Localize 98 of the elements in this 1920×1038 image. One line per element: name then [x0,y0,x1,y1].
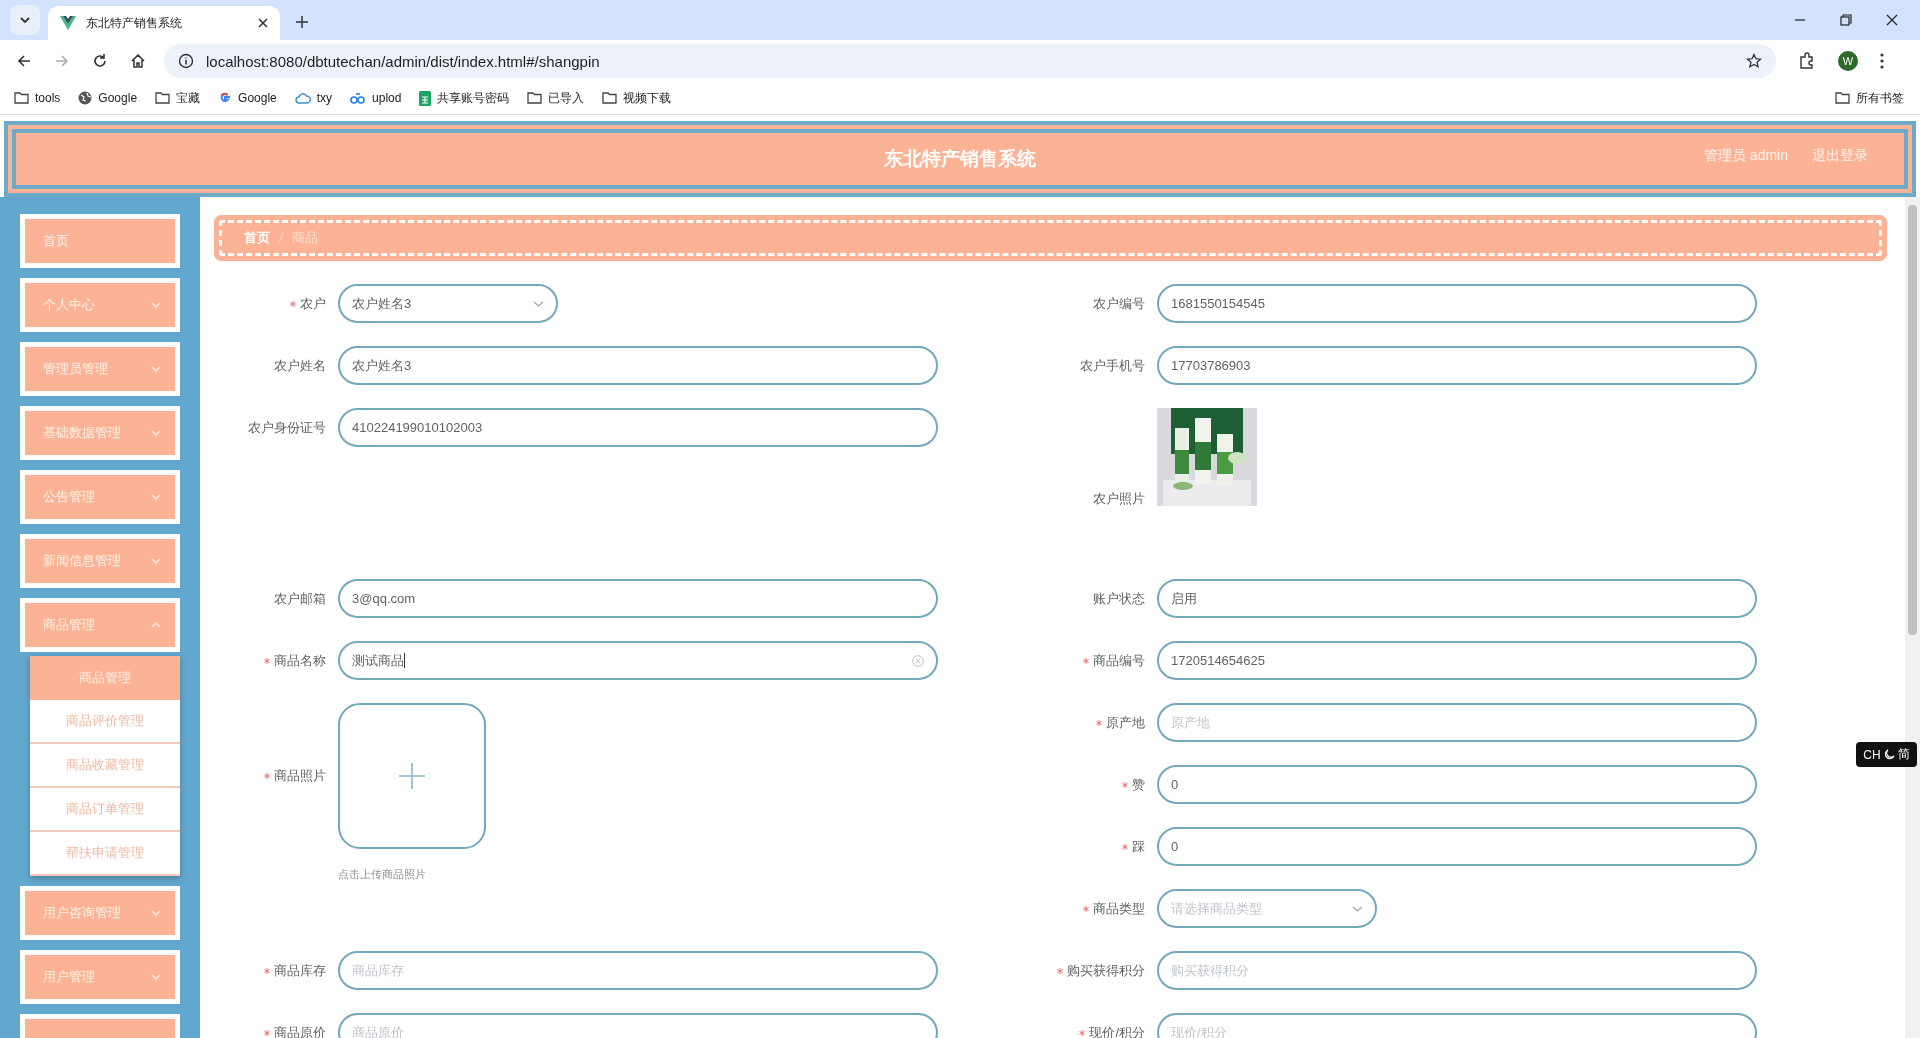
tab-list-button[interactable] [10,5,40,35]
bookmark[interactable]: 所有书签 [1835,89,1904,107]
chevron-icon [533,300,544,307]
address-bar[interactable]: localhost:8080/dbtutechan/admin/dist/index.html#/shangpin [164,44,1776,78]
input-field[interactable]: 0 [1157,765,1757,804]
field-label: 农户手机号 [1080,356,1145,375]
chevron-icon [151,974,161,980]
chevron-icon [151,494,161,500]
field-label: 原产地 [1106,713,1145,732]
bookmark[interactable]: 视频下载 [602,89,672,107]
bookmark[interactable]: tools [14,91,61,105]
more-icon[interactable] [1880,53,1884,69]
close-icon[interactable] [1886,14,1898,26]
google-g-icon [218,91,233,105]
bookmark[interactable]: txy [294,91,333,105]
folder-icon [1835,92,1850,104]
input-field[interactable]: 3@qq.com [338,579,938,618]
scrollbar-thumb[interactable] [1908,205,1917,635]
input-field[interactable]: 农户姓名3 [338,346,938,385]
upload-hint: 点击上传商品照片 [338,867,427,882]
restore-icon[interactable] [1840,14,1852,26]
input-field[interactable]: 0 [1157,827,1757,866]
star-icon[interactable] [1746,53,1762,69]
input-field[interactable]: 测试商品 [338,641,938,680]
chevron-icon [151,430,161,436]
chevron-icon [1352,905,1363,912]
required-icon [290,300,296,307]
field-label: 商品编号 [1093,651,1145,670]
ime-indicator[interactable]: CH 简 [1856,742,1917,767]
chevron-icon [151,558,161,564]
chevron-icon [151,366,161,372]
field-label: 账户状态 [1093,589,1145,608]
field-label: 现价/积分 [1089,1023,1145,1038]
select-field[interactable]: 农户姓名3 [338,284,558,323]
field-label: 农户 [300,294,326,313]
field-label: 商品照片 [274,767,326,785]
field-label: 商品类型 [1093,899,1145,918]
plus-icon [399,763,425,789]
chevron-icon [19,14,31,26]
app-title: 东北特产销售系统 [884,147,1036,171]
spreadsheet-icon [419,90,432,106]
input-field[interactable]: 17703786903 [1157,346,1757,385]
user-label: 管理员 admin [1703,147,1788,165]
bookmark[interactable]: 已导入 [527,89,585,107]
folder-icon [602,92,618,104]
globe-icon [78,91,93,105]
required-icon [1122,781,1128,788]
input-field[interactable]: 1681550154545 [1157,284,1757,323]
chevron-icon [151,622,161,628]
required-icon [1083,905,1089,912]
link-icon [350,91,367,105]
info-icon[interactable] [178,53,194,69]
required-icon [1083,657,1089,664]
folder-icon [527,92,543,104]
folder-icon [155,92,171,104]
field-label: 赞 [1132,775,1145,794]
back-icon[interactable] [16,53,32,69]
extensions-icon[interactable] [1798,52,1816,70]
chevron-icon [151,910,161,916]
bookmark[interactable]: 宝藏 [155,89,201,107]
input-field[interactable]: 1720514654625 [1157,641,1757,680]
field-label: 商品名称 [274,651,326,670]
required-icon [1057,967,1063,974]
separator-icon [278,232,284,244]
bookmark[interactable]: Google [218,91,277,105]
reload-icon[interactable] [92,53,108,69]
field-label: 商品原价 [274,1023,326,1038]
field-label: 商品库存 [274,961,326,980]
profile-avatar[interactable]: W [1838,51,1858,71]
required-icon [1079,1029,1086,1036]
required-icon [264,773,270,779]
upload-box[interactable] [338,703,486,849]
vue-logo-icon [60,16,76,30]
field-label: 农户照片 [1093,490,1145,508]
cloud-icon [294,92,311,104]
required-icon [1096,719,1102,726]
required-icon [264,1029,270,1036]
required-icon [1122,843,1128,850]
input-field[interactable]: 启用 [1157,579,1757,618]
chevron-icon [151,302,161,308]
field-label: 农户邮箱 [274,589,326,608]
field-label: 农户编号 [1093,294,1145,313]
home-icon[interactable] [130,53,146,69]
field-label: 农户姓名 [274,356,326,375]
moon-icon [1883,749,1895,760]
field-label: 购买获得积分 [1067,961,1145,980]
bookmark[interactable]: Google [78,91,138,105]
bookmark[interactable]: 共享账号密码 [419,89,510,107]
browser-tab[interactable]: 东北特产销售系统 [48,6,280,40]
field-label: 踩 [1132,837,1145,856]
required-icon [264,967,270,974]
input-field[interactable]: 410224199010102003 [338,408,938,447]
bookmark[interactable]: uplod [350,91,402,105]
required-icon [264,657,270,664]
close-icon[interactable] [258,18,268,28]
new-tab-icon[interactable] [296,16,308,28]
folder-icon [14,92,29,104]
field-label: 农户身份证号 [248,418,326,437]
